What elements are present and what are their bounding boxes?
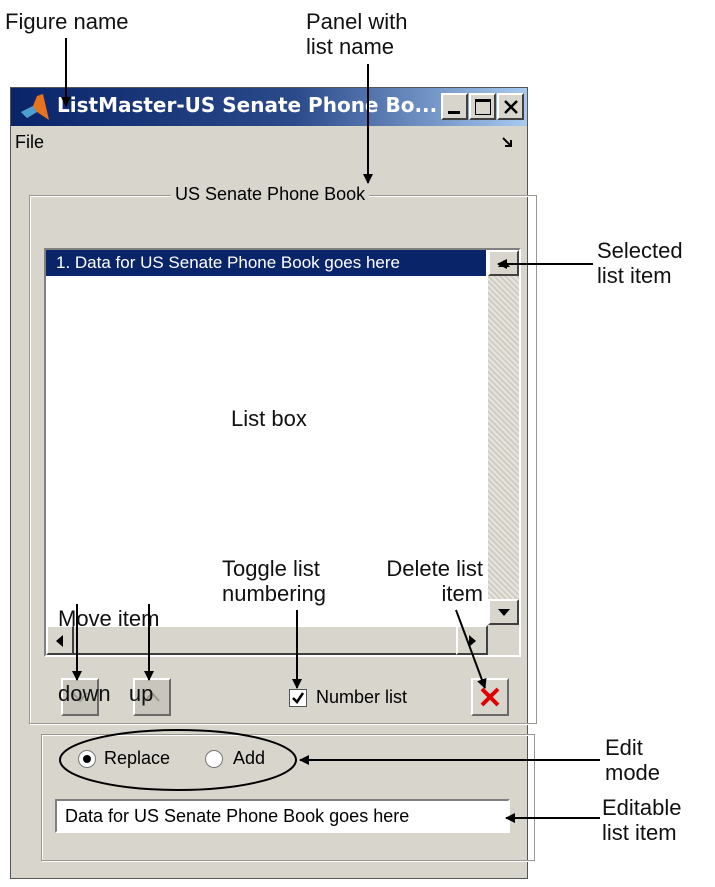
edit-mode-ellipse (59, 729, 297, 791)
arrow-delete-item (455, 609, 487, 689)
callout-arrows (59, 38, 600, 823)
